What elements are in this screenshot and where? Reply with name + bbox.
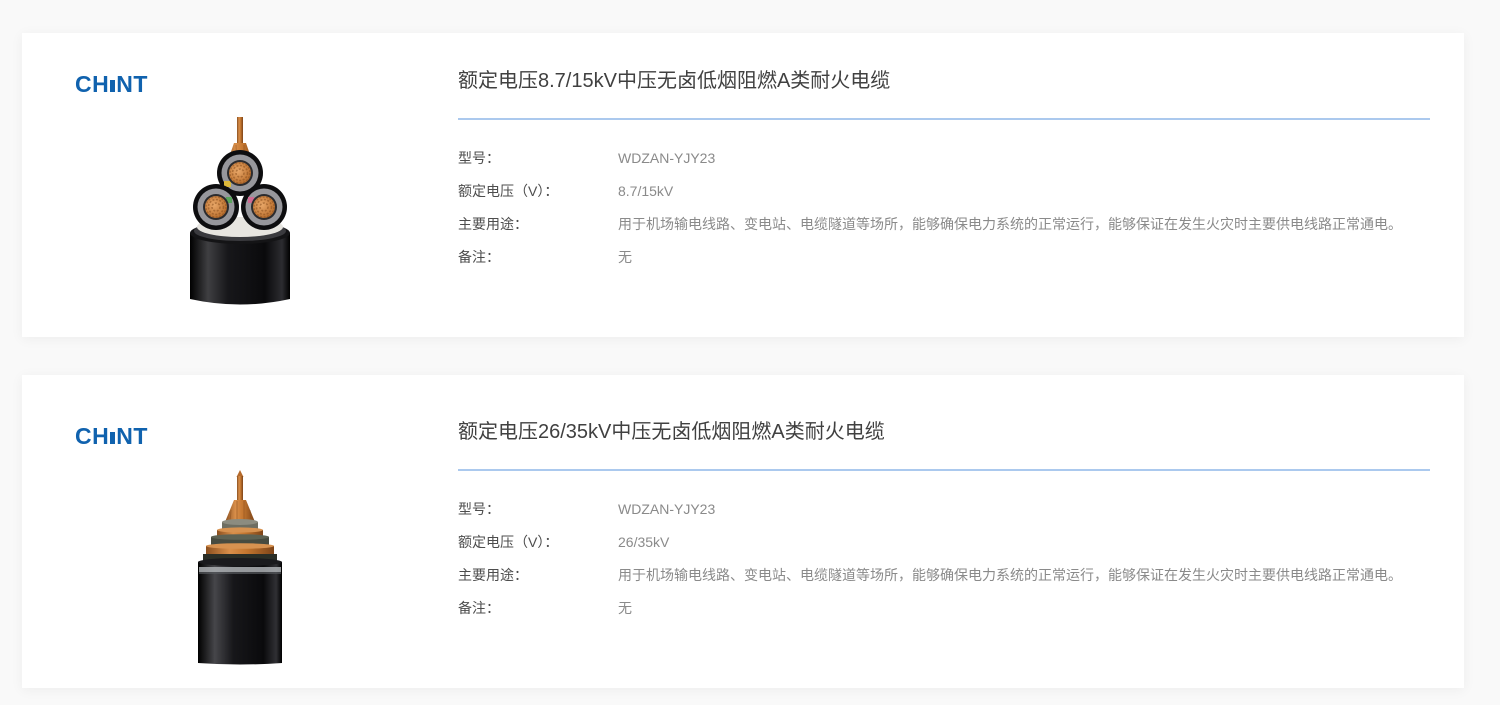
spec-value: 8.7/15kV xyxy=(618,183,674,199)
spec-label: 额定电压（V）： xyxy=(458,183,559,199)
spec-row-model: 型号： WDZAN-YJY23 xyxy=(458,499,1430,519)
single-core-cable-image xyxy=(198,470,282,665)
spec-value: 无 xyxy=(618,249,632,265)
chint-logo: CH NT xyxy=(75,73,148,96)
spec-label: 型号： xyxy=(458,501,500,517)
spec-row-rated-voltage: 额定电压（V）： 8.7/15kV xyxy=(458,181,1430,201)
chint-logo-prefix: CH xyxy=(75,423,110,449)
spec-label: 备注： xyxy=(458,600,500,616)
spec-label: 主要用途： xyxy=(458,567,528,583)
spec-value: 26/35kV xyxy=(618,534,670,550)
product-card[interactable]: CH NT xyxy=(22,375,1464,688)
spec-table: 型号： WDZAN-YJY23 额定电压（V）： 26/35kV 主要用途： 用… xyxy=(458,499,1430,618)
spec-value: WDZAN-YJY23 xyxy=(618,501,716,517)
product-image-single-core-cable xyxy=(192,470,288,671)
product-title: 额定电压8.7/15kV中压无卤低烟阻燃A类耐火电缆 xyxy=(458,70,891,92)
spec-label: 主要用途： xyxy=(458,216,528,232)
spec-value: 无 xyxy=(618,600,632,616)
card-left-column: CH NT xyxy=(22,375,458,688)
card-right-column: 额定电压8.7/15kV中压无卤低烟阻燃A类耐火电缆 型号： WDZAN-YJY… xyxy=(458,33,1464,337)
chint-logo-i-icon xyxy=(110,80,116,92)
spec-row-rated-voltage: 额定电压（V）： 26/35kV xyxy=(458,532,1430,552)
spec-row-remark: 备注： 无 xyxy=(458,598,1430,618)
spec-value: 用于机场输电线路、变电站、电缆隧道等场所，能够确保电力系统的正常运行，能够保证在… xyxy=(618,216,1402,232)
spec-label: 备注： xyxy=(458,249,500,265)
spec-row-remark: 备注： 无 xyxy=(458,247,1430,267)
product-card[interactable]: CH NT xyxy=(22,33,1464,337)
spec-value: WDZAN-YJY23 xyxy=(618,150,716,166)
product-title: 额定电压26/35kV中压无卤低烟阻燃A类耐火电缆 xyxy=(458,421,885,443)
card-right-column: 额定电压26/35kV中压无卤低烟阻燃A类耐火电缆 型号： WDZAN-YJY2… xyxy=(458,375,1464,688)
chint-logo-suffix: NT xyxy=(116,71,148,97)
chint-logo: CH NT xyxy=(75,425,148,448)
spec-row-model: 型号： WDZAN-YJY23 xyxy=(458,148,1430,168)
title-divider xyxy=(458,469,1430,471)
title-divider xyxy=(458,118,1430,120)
spec-row-main-usage: 主要用途： 用于机场输电线路、变电站、电缆隧道等场所，能够确保电力系统的正常运行… xyxy=(458,214,1430,234)
three-core-cable-image xyxy=(190,117,290,305)
spec-row-main-usage: 主要用途： 用于机场输电线路、变电站、电缆隧道等场所，能够确保电力系统的正常运行… xyxy=(458,565,1430,585)
chint-logo-i-icon xyxy=(110,432,116,444)
card-left-column: CH NT xyxy=(22,33,458,337)
product-image-three-core-cable xyxy=(182,115,298,316)
chint-logo-prefix: CH xyxy=(75,71,110,97)
spec-label: 型号： xyxy=(458,150,500,166)
page: CH NT 额定电压8.7/15kV中压无卤低烟阻燃A类耐火电缆 型号： WDZ… xyxy=(0,0,1500,705)
spec-table: 型号： WDZAN-YJY23 额定电压（V）： 8.7/15kV 主要用途： … xyxy=(458,148,1430,267)
spec-value: 用于机场输电线路、变电站、电缆隧道等场所，能够确保电力系统的正常运行，能够保证在… xyxy=(618,567,1402,583)
chint-logo-suffix: NT xyxy=(116,423,148,449)
spec-label: 额定电压（V）： xyxy=(458,534,559,550)
